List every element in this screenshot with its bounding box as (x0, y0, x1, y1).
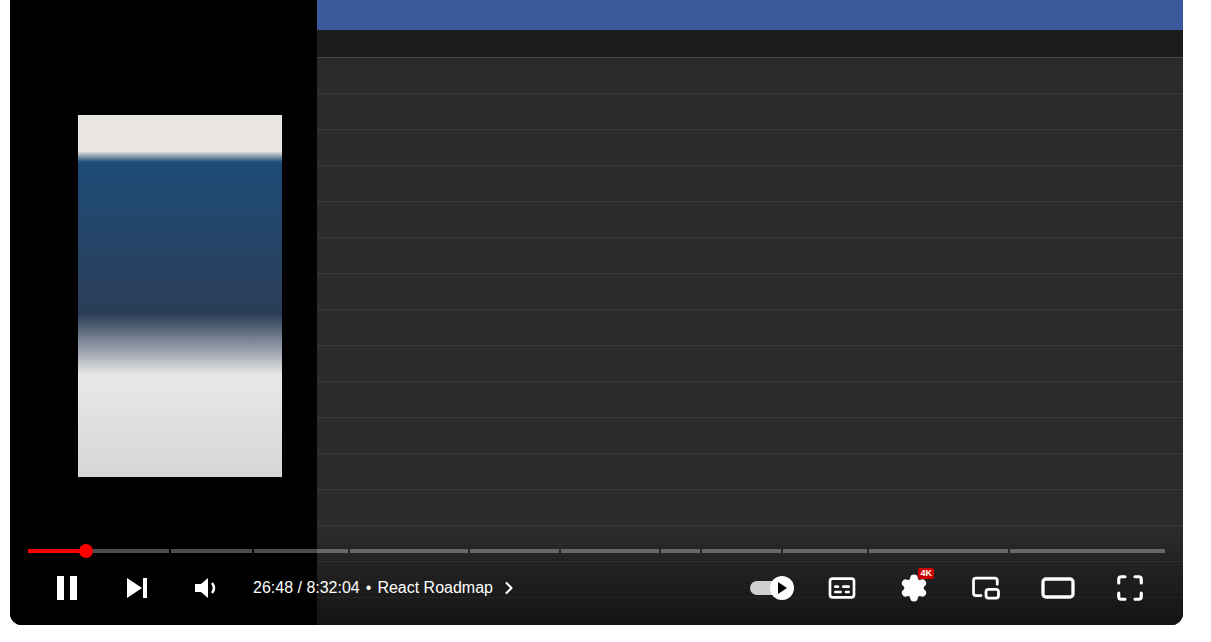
chapter-segment[interactable] (171, 549, 252, 553)
notes-titlebar (317, 0, 1183, 30)
chapter-segment[interactable] (350, 549, 468, 553)
scrubber-handle[interactable] (79, 544, 93, 558)
chapter-segment[interactable] (702, 549, 781, 553)
next-icon (124, 576, 150, 600)
subtitles-icon (826, 572, 858, 604)
autoplay-track (750, 581, 790, 595)
video-player[interactable]: 26:48 / 8:32:04•React Roadmap 4K (10, 0, 1183, 625)
fullscreen-icon (1115, 573, 1145, 603)
autoplay-knob (770, 576, 794, 600)
theater-icon (1040, 570, 1076, 606)
fullscreen-button[interactable] (1102, 564, 1158, 612)
player-controls: 26:48 / 8:32:04•React Roadmap 4K (10, 529, 1183, 625)
progress-fill (28, 549, 85, 553)
autoplay-toggle[interactable] (742, 564, 798, 612)
volume-button[interactable] (179, 564, 235, 612)
chapter-title[interactable]: React Roadmap (377, 576, 493, 600)
chapter-segment[interactable] (869, 549, 1008, 553)
separator-dot: • (366, 576, 372, 600)
chapter-segment[interactable] (28, 549, 169, 553)
chapter-segment[interactable] (783, 549, 867, 553)
right-controls: 4K (742, 564, 1158, 612)
subtitles-button[interactable] (814, 564, 870, 612)
play-icon (777, 582, 787, 594)
chevron-icon (499, 578, 519, 598)
miniplayer-button[interactable] (958, 564, 1014, 612)
pause-icon (54, 574, 80, 602)
next-button[interactable] (109, 564, 165, 612)
controls-row: 26:48 / 8:32:04•React Roadmap 4K (10, 564, 1183, 612)
volume-icon (193, 575, 221, 601)
left-controls: 26:48 / 8:32:04•React Roadmap (39, 564, 519, 612)
chapter-segment[interactable] (254, 549, 348, 553)
chapter-segment[interactable] (661, 549, 700, 553)
chapter-segment[interactable] (1010, 549, 1165, 553)
time-display: 26:48 / 8:32:04 (253, 576, 360, 600)
chapter-segment[interactable] (561, 549, 659, 553)
theater-button[interactable] (1030, 564, 1086, 612)
chapter-segment[interactable] (470, 549, 558, 553)
quality-badge: 4K (918, 568, 934, 579)
page: 26:48 / 8:32:04•React Roadmap 4K (0, 0, 1211, 642)
settings-button[interactable]: 4K (886, 564, 942, 612)
miniplayer-icon (971, 573, 1001, 603)
time-chapter[interactable]: 26:48 / 8:32:04•React Roadmap (253, 576, 519, 600)
webcam-frame (78, 115, 282, 477)
pause-button[interactable] (39, 564, 95, 612)
progress-bar[interactable] (28, 549, 1165, 553)
notes-toolbar (317, 30, 1183, 58)
